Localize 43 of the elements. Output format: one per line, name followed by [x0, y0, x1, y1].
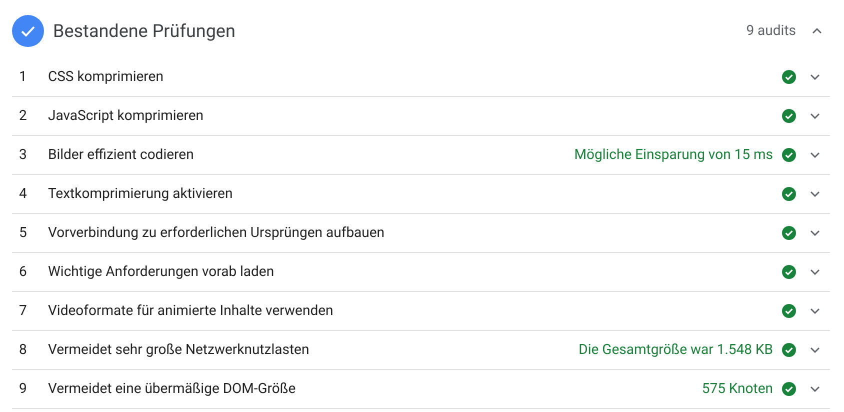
expand-icon[interactable] [810, 191, 820, 197]
expand-icon[interactable] [810, 347, 820, 353]
pass-check-icon [782, 187, 796, 201]
audit-title: Videoformate für animierte Inhalte verwenden [48, 302, 334, 320]
pass-check-icon [782, 343, 796, 357]
group-title: Bestandene Prüfungen [53, 20, 236, 44]
collapse-icon[interactable] [812, 28, 822, 34]
pass-check-icon [782, 70, 796, 84]
pass-check-icon [782, 109, 796, 123]
audit-title: Bilder effizient codieren [48, 146, 194, 164]
pass-check-icon [782, 265, 796, 279]
audit-number: 3 [18, 146, 28, 164]
audit-title: Vermeidet sehr große Netzwerknutzlasten [48, 340, 310, 360]
audit-number: 1 [18, 68, 28, 86]
expand-icon[interactable] [810, 152, 820, 158]
expand-icon[interactable] [810, 308, 820, 314]
audit-title: CSS komprimieren [48, 68, 164, 86]
expand-icon[interactable] [810, 269, 820, 275]
audit-summary: Mögliche Einsparung von 15 ms [574, 146, 773, 164]
audit-summary: Die Gesamtgröße war 1.548 KB [578, 340, 773, 360]
pass-check-icon [782, 148, 796, 162]
expand-icon[interactable] [810, 113, 820, 119]
pass-check-icon [782, 382, 796, 396]
audit-number: 4 [18, 184, 28, 204]
audit-number: 6 [18, 262, 28, 282]
audit-number: 9 [18, 380, 28, 398]
audit-number: 5 [18, 224, 28, 242]
audit-number: 8 [18, 340, 28, 360]
expand-icon[interactable] [810, 74, 820, 80]
pass-check-icon [782, 304, 796, 318]
check-badge-icon [12, 15, 44, 47]
audit-title: Wichtige Anforderungen vorab laden [48, 262, 274, 282]
audit-number: 2 [18, 106, 28, 126]
expand-icon[interactable] [810, 230, 820, 236]
pass-check-icon [782, 226, 796, 240]
audit-title: Vermeidet eine übermäßige DOM-Größe [48, 380, 296, 398]
audit-title: Vorverbindung zu erforderlichen Ursprüngen aufbauen [48, 224, 385, 242]
audit-count: 9 audits [746, 22, 796, 40]
audit-summary: 575 Knoten [702, 380, 773, 398]
audit-title: Textkomprimierung aktivieren [48, 184, 233, 204]
audit-number: 7 [18, 302, 28, 320]
audit-title: JavaScript komprimieren [48, 106, 204, 126]
expand-icon[interactable] [810, 386, 820, 392]
